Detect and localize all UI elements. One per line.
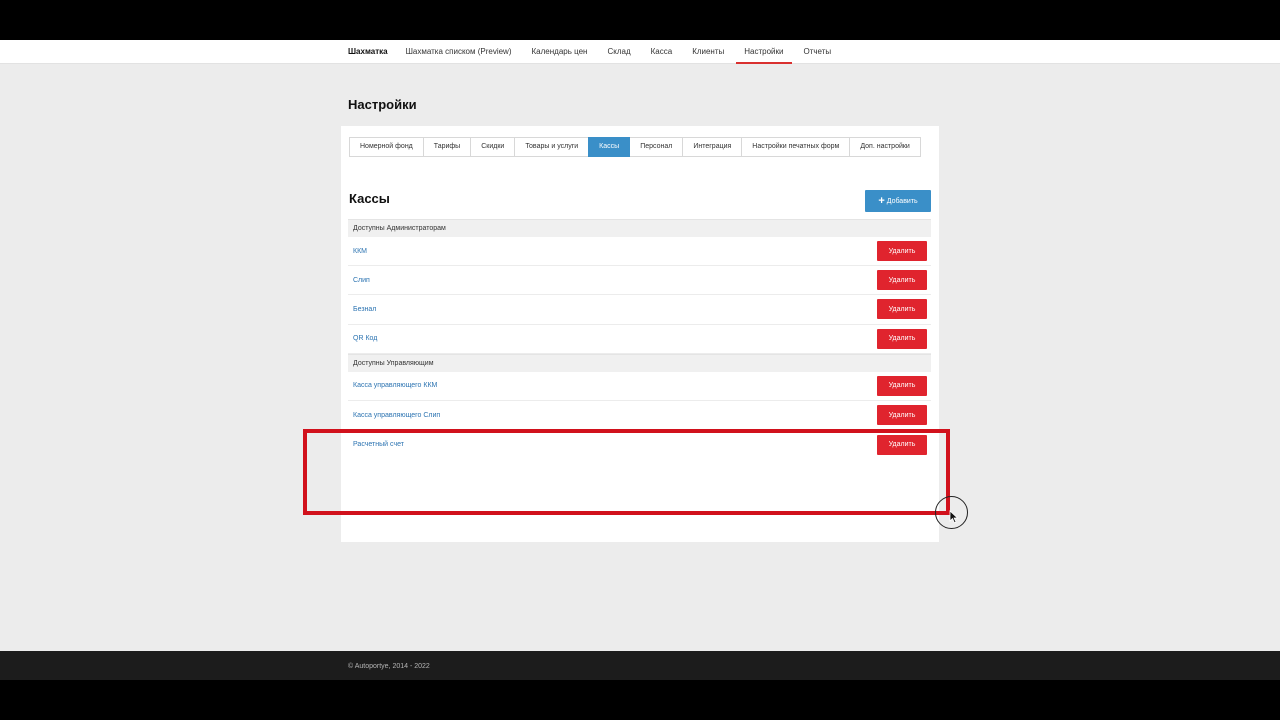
list-item: Расчетный счет Удалить xyxy=(348,430,931,459)
tab-discounts[interactable]: Скидки xyxy=(470,137,516,157)
page-title: Настройки xyxy=(348,97,417,112)
list-item: Безнал Удалить xyxy=(348,295,931,325)
delete-button[interactable]: Удалить xyxy=(877,270,927,291)
nav-item-clients[interactable]: Клиенты xyxy=(684,40,732,64)
delete-button[interactable]: Удалить xyxy=(877,241,927,262)
cashdesk-link[interactable]: Безнал xyxy=(353,306,376,313)
tab-print-forms[interactable]: Настройки печатных форм xyxy=(741,137,851,157)
cashdesk-link[interactable]: Расчетный счет xyxy=(353,441,404,448)
cashdesk-link[interactable]: Касса управляющего ККМ xyxy=(353,382,437,389)
list-item: Касса управляющего Слип Удалить xyxy=(348,401,931,431)
section-title: Кассы xyxy=(349,191,390,206)
nav-menu: Шахматка Шахматка списком (Preview) Кале… xyxy=(340,40,843,64)
tab-rates[interactable]: Тарифы xyxy=(422,137,472,157)
tab-cashdesks[interactable]: Кассы xyxy=(588,137,631,157)
plus-icon: + xyxy=(878,194,885,207)
list-item: QR Код Удалить xyxy=(348,325,931,354)
delete-button[interactable]: Удалить xyxy=(877,328,927,349)
nav-item-cashdesk[interactable]: Касса xyxy=(643,40,681,64)
settings-card: Номерной фонд Тарифы Скидки Товары и усл… xyxy=(341,126,939,542)
tab-staff[interactable]: Персонал xyxy=(629,137,684,157)
nav-item-warehouse[interactable]: Склад xyxy=(599,40,638,64)
nav-item-settings[interactable]: Настройки xyxy=(736,40,792,64)
nav-item-reports[interactable]: Отчеты xyxy=(796,40,840,64)
top-navbar: Шахматка Шахматка списком (Preview) Кале… xyxy=(0,40,1280,64)
footer-copyright: © Autoportye, 2014 - 2022 xyxy=(348,663,430,670)
letterbox-bottom xyxy=(0,680,1280,720)
cashdesk-link[interactable]: QR Код xyxy=(353,335,377,342)
tab-goods-services[interactable]: Товары и услуги xyxy=(514,137,590,157)
cashdesk-list: Доступны Администраторам ККМ Удалить Сли… xyxy=(348,219,931,459)
delete-button[interactable]: Удалить xyxy=(877,405,927,426)
add-button-label: Добавить xyxy=(886,197,918,205)
cashdesk-link[interactable]: Слип xyxy=(353,277,370,284)
delete-button[interactable]: Удалить xyxy=(877,375,927,396)
app-window: Шахматка Шахматка списком (Preview) Кале… xyxy=(0,40,1280,651)
list-item: ККМ Удалить xyxy=(348,237,931,267)
tab-extra-settings[interactable]: Доп. настройки xyxy=(849,137,921,157)
list-item: Слип Удалить xyxy=(348,266,931,296)
list-item: Касса управляющего ККМ Удалить xyxy=(348,372,931,401)
tab-integration[interactable]: Интеграция xyxy=(682,137,743,157)
delete-button[interactable]: Удалить xyxy=(877,434,927,455)
add-cashdesk-button[interactable]: + Добавить xyxy=(865,190,931,212)
letterbox-top xyxy=(0,0,1280,40)
cashdesk-link[interactable]: Касса управляющего Слип xyxy=(353,412,440,419)
group-header-managers: Доступны Управляющим xyxy=(348,353,931,372)
cashdesk-link[interactable]: ККМ xyxy=(353,248,367,255)
nav-brand[interactable]: Шахматка xyxy=(340,40,396,64)
settings-tabs: Номерной фонд Тарифы Скидки Товары и усл… xyxy=(349,137,921,157)
delete-button[interactable]: Удалить xyxy=(877,299,927,320)
tab-room-stock[interactable]: Номерной фонд xyxy=(349,137,424,157)
nav-item-chess-list[interactable]: Шахматка списком (Preview) xyxy=(398,40,520,64)
nav-item-price-calendar[interactable]: Календарь цен xyxy=(524,40,596,64)
footer: © Autoportye, 2014 - 2022 xyxy=(0,651,1280,680)
group-header-admins: Доступны Администраторам xyxy=(348,219,931,237)
